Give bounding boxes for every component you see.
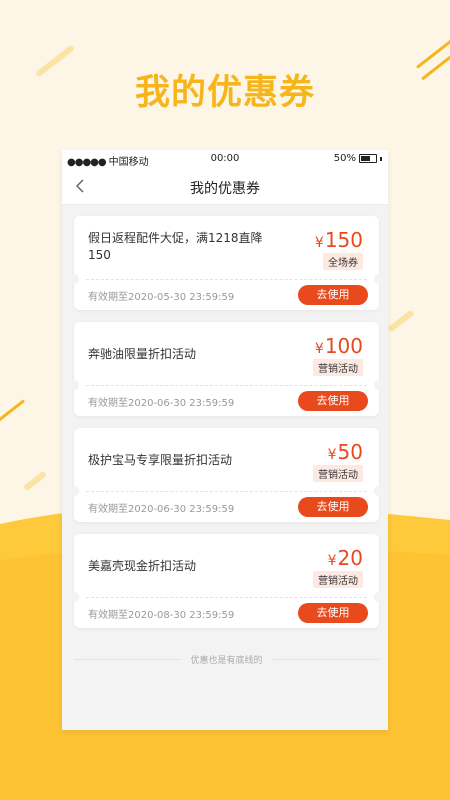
battery-percent: 50% xyxy=(333,153,356,164)
coupon-card: 极护宝马专享限量折扣活动 ¥50 营销活动 有效期至2020-06-30 23:… xyxy=(69,428,384,522)
coupon-title: 假日返程配件大促，满1218直降150 xyxy=(88,231,263,262)
coupon-title: 极护宝马专享限量折扣活动 xyxy=(88,453,233,467)
coupon-title: 奔驰油限量折扣活动 xyxy=(88,347,197,361)
footer-divider xyxy=(74,659,181,660)
currency-symbol: ¥ xyxy=(327,447,337,463)
coupon-card: 美嘉壳现金折扣活动 ¥20 营销活动 有效期至2020-08-30 23:59:… xyxy=(69,534,384,628)
use-coupon-button[interactable]: 去使用 xyxy=(298,603,368,623)
coupon-validity: 有效期至2020-05-30 23:59:59 xyxy=(88,292,235,303)
status-bar: ●●●●● 中国移动 00:00 50% xyxy=(62,150,388,168)
promo-title: 我的优惠券 xyxy=(134,73,315,113)
footer-text: 优惠也是有底线的 xyxy=(190,656,263,666)
currency-symbol: ¥ xyxy=(314,235,324,251)
use-coupon-button[interactable]: 去使用 xyxy=(298,285,368,305)
use-coupon-button[interactable]: 去使用 xyxy=(298,391,368,411)
coupon-value: 20 xyxy=(337,546,363,570)
coupon-tag: 营销活动 xyxy=(313,571,363,588)
list-end-footer: 优惠也是有底线的 xyxy=(74,653,380,666)
coupon-validity: 有效期至2020-08-30 23:59:59 xyxy=(88,610,235,621)
coupon-tag: 全场券 xyxy=(323,253,363,270)
coupon-amount: ¥50 xyxy=(328,440,363,464)
coupon-title: 美嘉壳现金折扣活动 xyxy=(88,559,197,573)
coupon-amount: ¥150 xyxy=(315,228,363,252)
coupon-card: 假日返程配件大促，满1218直降150 ¥150 全场券 有效期至2020-05… xyxy=(69,216,384,310)
coupon-value: 150 xyxy=(324,228,363,252)
coupon-validity: 有效期至2020-06-30 23:59:59 xyxy=(88,398,235,409)
coupon-value: 50 xyxy=(337,440,363,464)
coupon-amount: ¥100 xyxy=(315,334,363,358)
coupon-value: 100 xyxy=(324,334,363,358)
coupon-tag: 营销活动 xyxy=(313,359,363,376)
use-coupon-button[interactable]: 去使用 xyxy=(298,497,368,517)
coupon-validity: 有效期至2020-06-30 23:59:59 xyxy=(88,504,235,515)
nav-bar: 我的优惠券 xyxy=(62,168,388,205)
battery-icon xyxy=(359,154,377,163)
nav-title: 我的优惠券 xyxy=(190,181,260,197)
footer-divider xyxy=(272,659,380,660)
coupon-card: 奔驰油限量折扣活动 ¥100 营销活动 有效期至2020-06-30 23:59… xyxy=(69,322,384,416)
battery-status: 50% xyxy=(334,153,382,164)
currency-symbol: ¥ xyxy=(327,553,337,569)
currency-symbol: ¥ xyxy=(314,341,324,357)
coupon-amount: ¥20 xyxy=(328,546,363,570)
phone-mockup: ●●●●● 中国移动 00:00 50% 我的优惠券 假日返程配件大促，满1218… xyxy=(62,150,388,730)
coupon-tag: 营销活动 xyxy=(313,465,363,482)
